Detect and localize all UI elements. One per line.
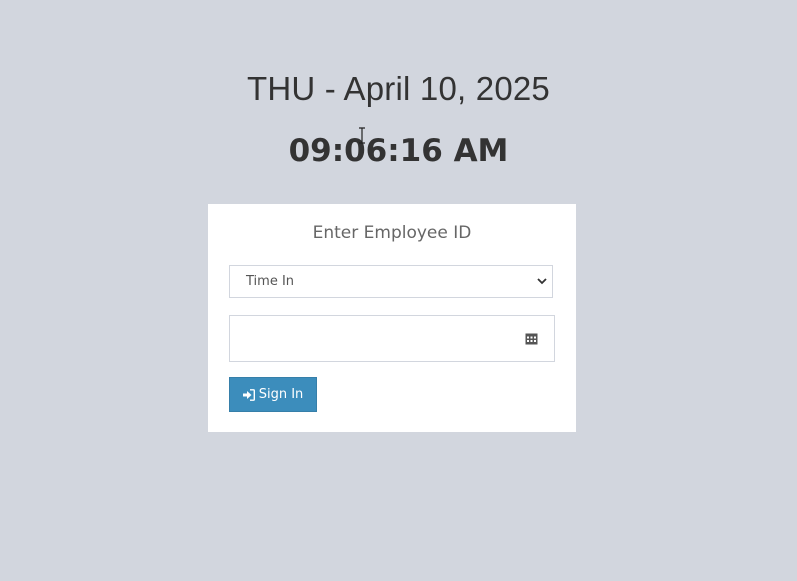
- login-box-title: Enter Employee ID: [312, 223, 472, 243]
- mode-select[interactable]: Time In: [229, 265, 553, 298]
- time-display: 09:06:16 AM: [288, 133, 509, 169]
- sign-in-icon: [242, 388, 255, 401]
- text-cursor-icon: [359, 127, 365, 144]
- mode-select-value: Time In: [246, 274, 295, 289]
- date-display: THU - April 10, 2025: [247, 70, 550, 107]
- employee-id-field[interactable]: [229, 315, 555, 362]
- sign-in-button[interactable]: Sign In: [229, 377, 317, 412]
- chevron-down-icon: [537, 278, 547, 285]
- login-box: Enter Employee ID Time In Sign In: [208, 204, 576, 432]
- employee-id-input[interactable]: [230, 316, 510, 361]
- calendar-icon: [525, 333, 538, 345]
- sign-in-label: Sign In: [258, 387, 304, 402]
